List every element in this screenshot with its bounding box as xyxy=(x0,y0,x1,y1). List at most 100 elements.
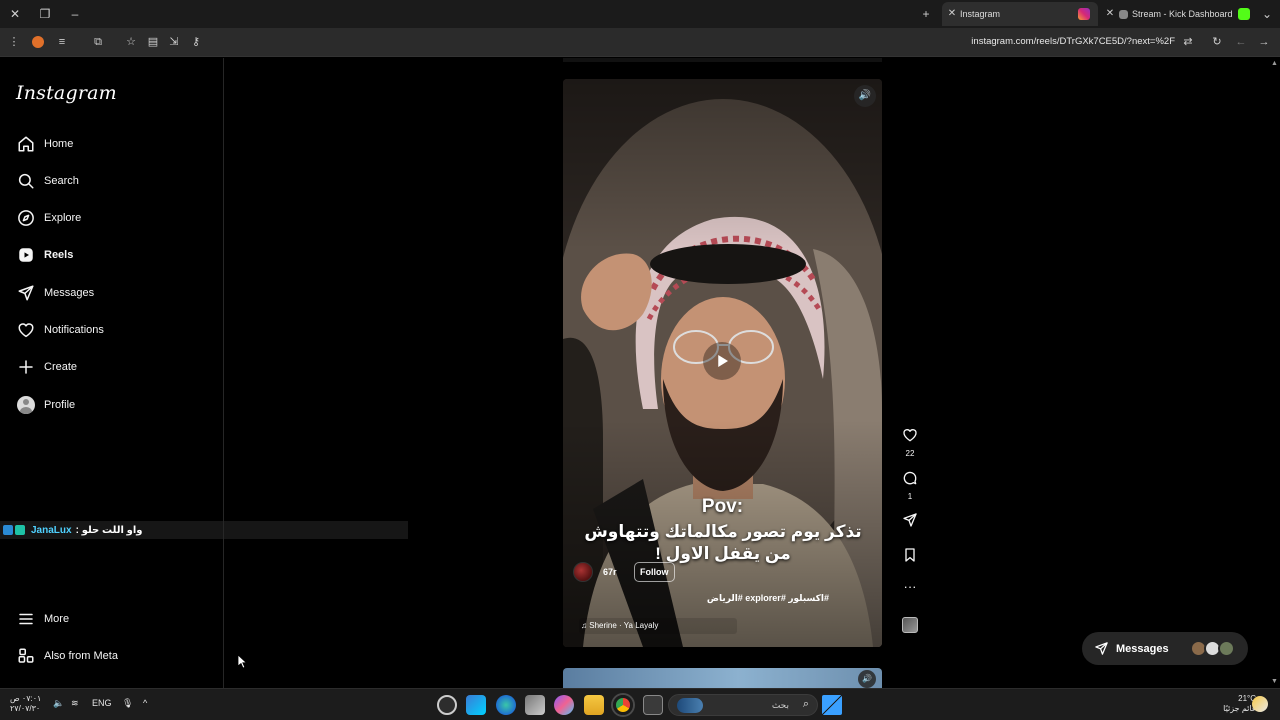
reel-author[interactable]: 67r xyxy=(573,561,617,583)
site-settings-icon[interactable]: ⇄ xyxy=(1180,34,1196,50)
next-reel-preview[interactable]: 🔊 xyxy=(563,668,882,688)
taskbar-search[interactable]: بحث ⌕ xyxy=(668,694,818,716)
play-button[interactable] xyxy=(703,342,741,380)
close-window-icon[interactable]: ✕ xyxy=(6,5,24,23)
page-scrollbar[interactable] xyxy=(1270,58,1280,688)
browser-menu-icon[interactable]: ⋮ xyxy=(6,34,22,50)
sidebar-item-label: Notifications xyxy=(44,324,104,336)
like-count: 22 xyxy=(905,449,915,458)
share-button[interactable] xyxy=(898,512,922,533)
app-3d-icon[interactable] xyxy=(525,695,545,715)
menu-icon xyxy=(14,607,38,631)
clock-date: ٢٧/٠٧/٣٠ xyxy=(10,704,41,713)
mouse-cursor-icon xyxy=(238,655,248,669)
minimize-window-icon[interactable]: – xyxy=(66,5,84,23)
sidebar-item-create[interactable]: Create xyxy=(12,350,212,384)
chrome-browser-icon[interactable] xyxy=(613,695,633,715)
scroll-up-icon[interactable]: ▲ xyxy=(1271,60,1278,67)
reels-icon xyxy=(14,243,38,267)
audio-toggle-icon[interactable]: 🔊 xyxy=(854,85,876,107)
author-avatar[interactable] xyxy=(573,562,593,582)
sidebar-item-also-from-meta[interactable]: Also from Meta xyxy=(12,639,212,673)
author-name[interactable]: 67r xyxy=(603,567,617,577)
sidebar-item-label: Search xyxy=(44,175,79,187)
show-hidden-icons-chevron-icon[interactable]: ^ xyxy=(143,698,147,708)
extensions-icon[interactable]: ⧉ xyxy=(90,34,106,50)
bookmark-icon xyxy=(905,548,915,562)
chat-badges-icon xyxy=(3,525,27,535)
more-options-icon[interactable]: ··· xyxy=(898,580,922,594)
kick-favicon-icon xyxy=(1238,8,1250,20)
sidebar-item-profile[interactable]: Profile xyxy=(12,388,212,422)
reading-list-icon[interactable]: ≡ xyxy=(54,34,70,50)
profile-avatar-icon[interactable] xyxy=(30,34,46,50)
wifi-icon[interactable]: ≋ xyxy=(71,698,79,709)
sidebar-item-notifications[interactable]: Notifications xyxy=(12,313,212,347)
edge-browser-icon[interactable] xyxy=(496,695,516,715)
tab-list-chevron-icon[interactable]: ⌄ xyxy=(1258,5,1276,23)
back-icon[interactable]: → xyxy=(1256,34,1272,50)
close-tab-icon[interactable]: ✕ xyxy=(1104,2,1116,26)
chat-message: : واو اللت حلو xyxy=(75,524,143,536)
volume-icon[interactable]: 🔈 xyxy=(53,698,64,709)
app-window-icon[interactable] xyxy=(643,695,663,715)
file-explorer-icon[interactable] xyxy=(584,695,604,715)
bookmark-star-icon[interactable]: ☆ xyxy=(123,34,139,50)
instagram-logo[interactable]: Instagram xyxy=(16,82,117,104)
password-key-icon[interactable]: ⚷ xyxy=(188,34,204,50)
reel-hashtags[interactable]: #اكسبلور #explorer #الرياض xyxy=(563,593,829,604)
input-language[interactable]: ENG xyxy=(92,698,112,708)
app-clock-icon[interactable] xyxy=(437,695,457,715)
windows-start-icon[interactable] xyxy=(822,695,842,715)
audio-thumbnail[interactable] xyxy=(902,617,918,633)
sidebar-item-more[interactable]: More xyxy=(12,602,212,636)
share-icon[interactable]: ⇲ xyxy=(166,34,182,50)
windows-taskbar: ٠٧:٠١ ص ٢٧/٠٧/٣٠ 🔈 ≋ ENG 🎙 ^ بحث ⌕ 21°C … xyxy=(0,688,1280,720)
sidebar-item-reels[interactable]: Reels xyxy=(12,238,212,272)
sidebar-item-search[interactable]: Search xyxy=(12,164,212,198)
save-button[interactable] xyxy=(898,547,922,568)
reload-icon[interactable]: ↻ xyxy=(1209,34,1225,50)
comment-button[interactable]: 1 xyxy=(898,470,922,501)
weather-temperature: 21°C xyxy=(1238,694,1256,703)
music-note-icon: ♫ xyxy=(581,621,590,630)
audio-toggle-icon[interactable]: 🔊 xyxy=(858,670,876,688)
clock[interactable]: ٠٧:٠١ ص ٢٧/٠٧/٣٠ xyxy=(10,694,41,714)
send-icon xyxy=(903,513,917,527)
sidebar-item-messages[interactable]: Messages xyxy=(12,276,212,310)
sidebar-item-explore[interactable]: Explore xyxy=(12,201,212,235)
address-bar[interactable]: instagram.com/reels/DTrGXk7CE5D/?next=%2… xyxy=(960,36,1175,47)
new-tab-icon[interactable]: + xyxy=(917,5,935,23)
microphone-icon[interactable]: 🎙 xyxy=(122,698,133,709)
reel-video[interactable]: 🔊 Pov: تذكر يوم تصور مكالماتك وتتهاوش من… xyxy=(563,79,882,647)
play-icon xyxy=(718,355,728,367)
sidebar-item-home[interactable]: Home xyxy=(12,127,212,161)
weather-widget[interactable]: 21°C غائم جزئيًا xyxy=(1208,694,1256,714)
tab-title: Stream - Kick Dashboard xyxy=(1132,9,1233,19)
follow-button[interactable]: Follow xyxy=(634,562,675,582)
scroll-down-icon[interactable]: ▼ xyxy=(1271,678,1278,685)
sidebar-item-label: Home xyxy=(44,138,74,150)
chat-username: JanaLux xyxy=(31,524,72,536)
messages-icon xyxy=(14,281,38,305)
search-highlight-icon xyxy=(677,698,703,713)
close-tab-icon[interactable]: ✕ xyxy=(946,2,958,26)
forward-icon[interactable]: ← xyxy=(1233,34,1249,50)
message-avatars xyxy=(1190,640,1236,657)
clock-time: ٠٧:٠١ ص xyxy=(10,694,42,703)
reel-audio-link[interactable]: ♫ Sherine · Ya Layaly xyxy=(579,618,737,634)
app-store-icon[interactable] xyxy=(466,695,486,715)
messages-drawer-button[interactable]: Messages xyxy=(1082,632,1248,665)
like-button[interactable]: 22 xyxy=(898,427,922,458)
tab-title: Instagram xyxy=(960,9,1001,19)
tab-kick-dashboard[interactable]: ✕ Stream - Kick Dashboard xyxy=(1100,2,1256,26)
tab-instagram[interactable]: ✕ Instagram xyxy=(942,2,1098,26)
reel-caption-title: Pov: xyxy=(701,496,744,517)
audio-title: Sherine · Ya Layaly xyxy=(589,621,659,630)
comment-icon xyxy=(903,471,917,485)
copilot-icon[interactable] xyxy=(554,695,574,715)
restore-window-icon[interactable]: ❐ xyxy=(36,5,54,23)
collections-icon[interactable]: ▤ xyxy=(145,34,161,50)
sidebar-item-label: More xyxy=(44,613,70,625)
instagram-sidebar: Instagram Home Search Explore Reels Mess… xyxy=(0,58,224,688)
